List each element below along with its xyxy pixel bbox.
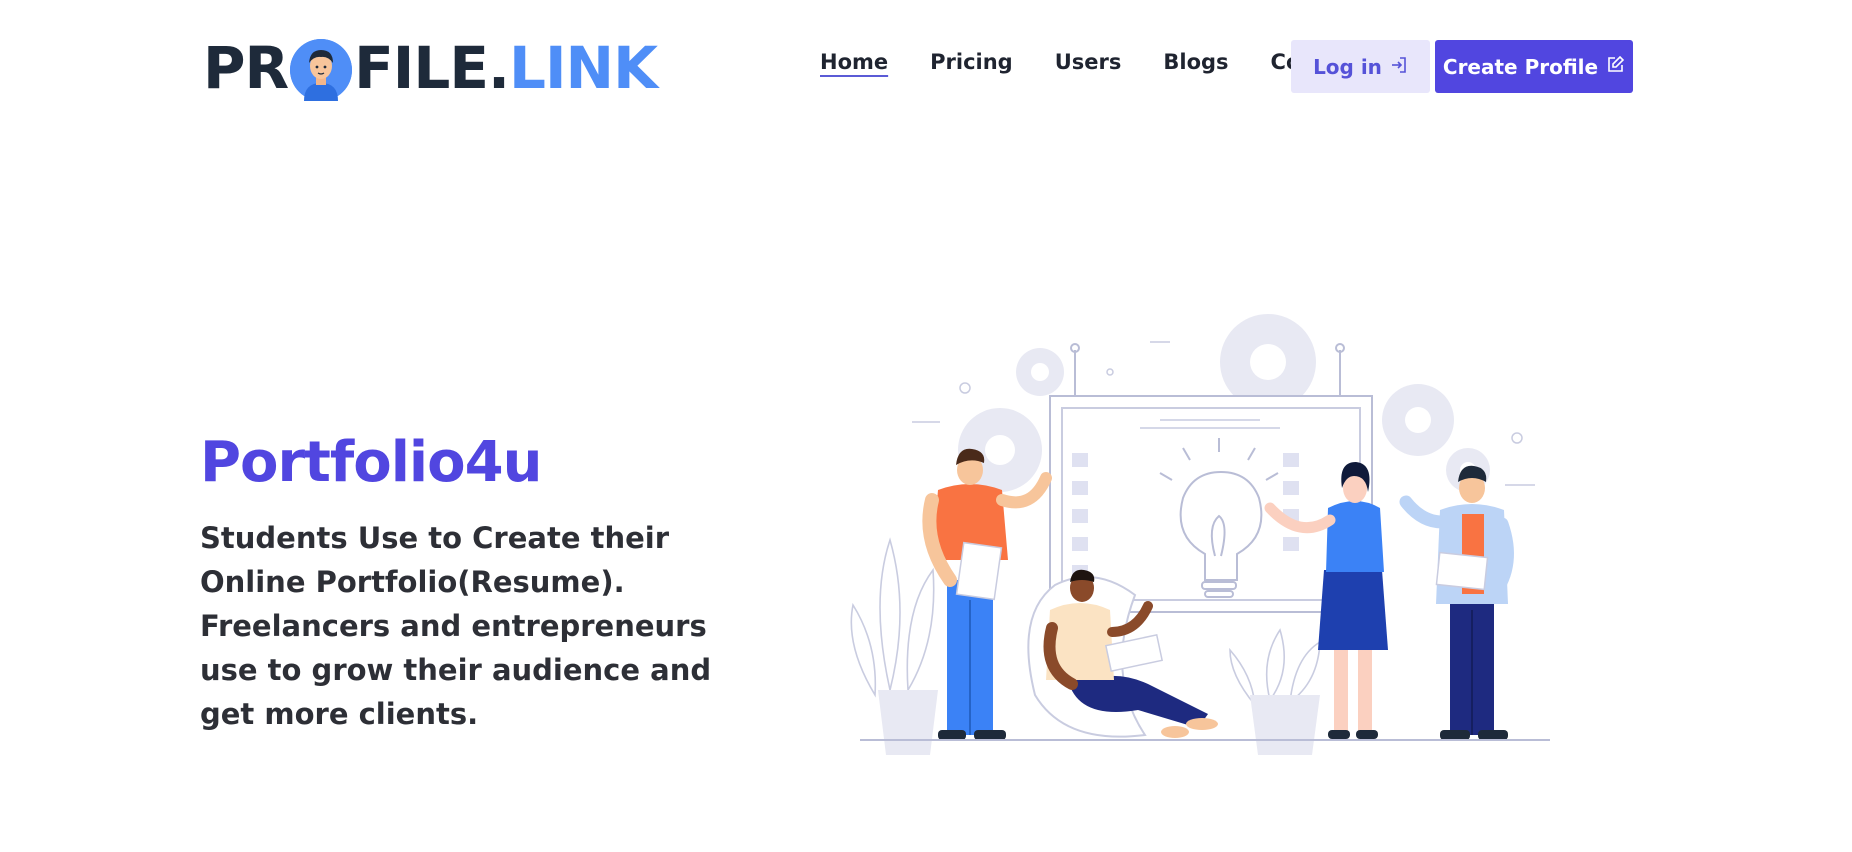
login-button[interactable]: Log in <box>1291 40 1430 93</box>
logo-text-1: PR <box>203 34 289 102</box>
hero-title: Portfolio4u <box>200 430 542 495</box>
navbar: PR FILE . LINK Home Pricing Users Blogs … <box>0 0 1852 120</box>
logo-avatar-icon <box>290 39 353 101</box>
logo-text-2: FILE <box>354 34 489 102</box>
person-4 <box>1399 465 1514 740</box>
login-label: Log in <box>1313 54 1382 79</box>
create-profile-button[interactable]: Create Profile <box>1435 40 1633 93</box>
page: PR FILE . LINK Home Pricing Users Blogs … <box>0 0 1852 852</box>
team-idea-illustration <box>850 314 1550 755</box>
person-1 <box>922 448 1052 740</box>
idea-board <box>1049 343 1373 613</box>
logo-text-3: LINK <box>509 34 658 102</box>
edit-icon <box>1606 55 1625 79</box>
logo-dot: . <box>487 34 510 102</box>
hero-description: Students Use to Create their Online Port… <box>200 521 712 731</box>
nav-blogs[interactable]: Blogs <box>1163 50 1228 74</box>
create-profile-label: Create Profile <box>1442 54 1599 79</box>
login-icon <box>1390 55 1408 79</box>
nav-home[interactable]: Home <box>820 50 888 74</box>
site-logo[interactable]: PR FILE . LINK <box>203 34 658 102</box>
nav-pricing[interactable]: Pricing <box>930 50 1013 74</box>
nav-users[interactable]: Users <box>1055 50 1122 74</box>
